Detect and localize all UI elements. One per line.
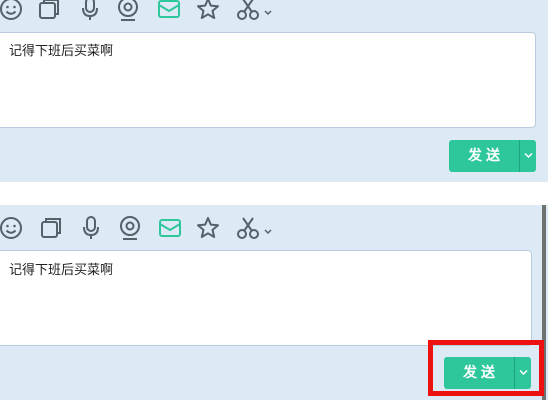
chevron-down-icon[interactable] — [262, 215, 274, 241]
screenshot-icon[interactable] — [36, 0, 62, 22]
chat-panel-bottom: 记得下班后买菜啊 发送 — [0, 205, 548, 400]
send-button-group: 发送 — [449, 140, 536, 172]
send-options-button[interactable] — [514, 357, 531, 389]
emoji-icon[interactable] — [0, 0, 24, 22]
send-options-button[interactable] — [519, 140, 536, 172]
mail-icon[interactable] — [156, 0, 182, 22]
chevron-down-icon[interactable] — [262, 0, 274, 22]
mail-icon[interactable] — [157, 215, 183, 241]
emoji-icon[interactable] — [0, 215, 24, 241]
message-text: 记得下班后买菜啊 — [9, 44, 114, 59]
star-icon[interactable] — [195, 0, 221, 22]
send-button[interactable]: 发送 — [449, 140, 519, 172]
chevron-down-icon — [524, 152, 533, 159]
chat-panel-top: 记得下班后买菜啊 发送 — [0, 0, 548, 182]
star-icon[interactable] — [195, 215, 221, 241]
screenshot-icon[interactable] — [38, 215, 64, 241]
message-input[interactable]: 记得下班后买菜啊 — [0, 32, 536, 128]
microphone-icon[interactable] — [78, 215, 104, 241]
send-button[interactable]: 发送 — [444, 357, 514, 389]
chevron-down-icon — [519, 369, 528, 376]
microphone-icon[interactable] — [77, 0, 103, 22]
message-text: 记得下班后买菜啊 — [9, 263, 114, 278]
camera-icon[interactable] — [117, 215, 143, 241]
camera-icon[interactable] — [115, 0, 141, 22]
send-button-group: 发送 — [444, 357, 531, 389]
window-edge — [542, 205, 546, 400]
scissors-icon[interactable] — [235, 215, 261, 241]
message-input[interactable]: 记得下班后买菜啊 — [0, 250, 532, 346]
chat-toolbar — [0, 205, 548, 241]
scissors-icon[interactable] — [235, 0, 261, 22]
chat-toolbar — [0, 0, 548, 26]
